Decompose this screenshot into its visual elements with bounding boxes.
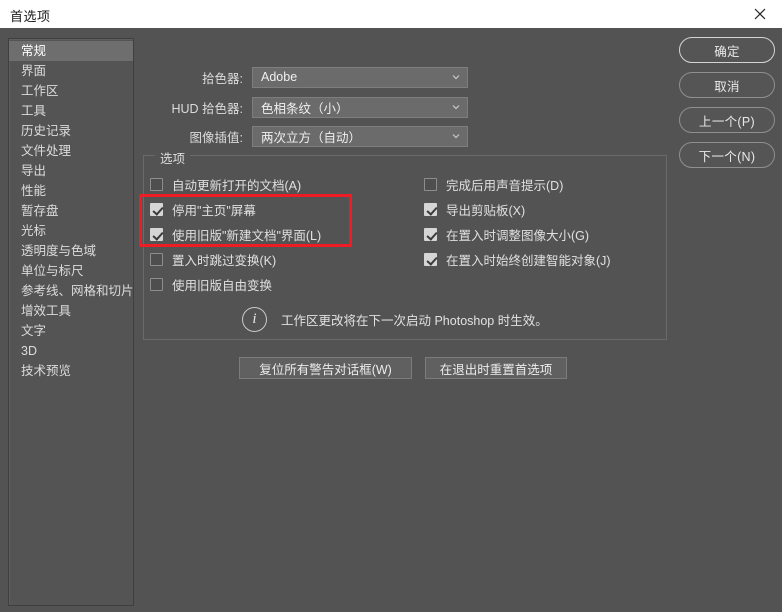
preferences-dialog-body: 常规界面工作区工具历史记录文件处理导出性能暂存盘光标透明度与色域 单位与标尺参考线…	[0, 28, 782, 612]
checkbox-checked-icon[interactable]	[150, 228, 163, 241]
reset-preferences-on-quit-button[interactable]: 在退出时重置首选项	[425, 357, 567, 379]
chevron-down-icon	[452, 73, 460, 81]
selector-row: 拾色器: Adobe	[145, 66, 468, 88]
options-right-column: 完成后用声音提示(D) 导出剪贴板(X) 在置入时调整图像大小(G) 在置入时始终创建…	[424, 172, 611, 272]
sidebar-item-label: 工具	[21, 104, 47, 118]
workspace-restart-note-text: 工作区更改将在下一次启动 Photoshop 时生效。	[281, 314, 548, 328]
checkbox-checked-icon[interactable]	[424, 228, 437, 241]
selector-label: 拾色器:	[202, 71, 243, 86]
sidebar-item[interactable]: 界面	[9, 61, 133, 81]
workspace-restart-note: i 工作区更改将在下一次启动 Photoshop 时生效。	[242, 307, 548, 332]
options-group-legend: 选项	[155, 148, 191, 167]
checkbox-unchecked-icon[interactable]	[150, 253, 163, 266]
sidebar-item[interactable]: 参考线、网格和切片	[9, 281, 133, 301]
sidebar-item[interactable]: 性能	[9, 181, 133, 201]
option-checkbox-row[interactable]: 导出剪贴板(X)	[424, 197, 611, 222]
selector-row: HUD 拾色器: 色相条纹（小）	[145, 96, 468, 118]
sidebar-item-label: 界面	[21, 64, 47, 78]
checkbox-unchecked-icon[interactable]	[150, 178, 163, 191]
sidebar-item-label: 单位与标尺	[21, 264, 84, 278]
options-left-column: 自动更新打开的文档(A) 停用"主页"屏幕使用旧版"新建文档"界面(L) 置入时跳过…	[150, 172, 321, 297]
sidebar-item-label: 光标	[21, 224, 47, 238]
sidebar-item-label: 文字	[21, 324, 47, 338]
sidebar-item-label: 导出	[21, 164, 47, 178]
option-label: 置入时跳过变换(K)	[172, 254, 277, 268]
option-label: 停用"主页"屏幕	[172, 204, 256, 218]
checkbox-checked-icon[interactable]	[424, 253, 437, 266]
window-title: 首选项	[10, 9, 51, 24]
dialog-action-buttons: 确定取消上一个(P) 下一个(N)	[679, 37, 775, 177]
chevron-down-icon	[452, 132, 460, 140]
option-checkbox-row[interactable]: 使用旧版"新建文档"界面(L)	[150, 222, 321, 247]
selector-label: HUD 拾色器:	[171, 101, 243, 116]
option-checkbox-row[interactable]: 在置入时调整图像大小(G)	[424, 222, 611, 247]
selector-label: 图像插值:	[189, 130, 243, 145]
checkbox-unchecked-icon[interactable]	[150, 278, 163, 291]
selector-row: 图像插值: 两次立方（自动）	[145, 125, 468, 147]
option-label: 在置入时调整图像大小(G)	[446, 229, 590, 243]
dialog-button[interactable]: 取消	[679, 72, 775, 98]
option-label: 使用旧版"新建文档"界面(L)	[172, 229, 322, 243]
sidebar-item-label: 性能	[21, 184, 47, 198]
sidebar-item[interactable]: 导出	[9, 161, 133, 181]
option-checkbox-row[interactable]: 完成后用声音提示(D)	[424, 172, 611, 197]
sidebar-item-label: 常规	[21, 44, 47, 58]
sidebar-item[interactable]: 技术预览	[9, 361, 133, 381]
option-checkbox-row[interactable]: 置入时跳过变换(K)	[150, 247, 321, 272]
sidebar-item-label: 暂存盘	[21, 204, 59, 218]
close-icon[interactable]	[738, 0, 782, 28]
sidebar-item-label: 历史记录	[21, 124, 72, 138]
sidebar-item-label: 参考线、网格和切片	[21, 284, 134, 298]
sidebar-item[interactable]: 增效工具	[9, 301, 133, 321]
option-label: 完成后用声音提示(D)	[446, 179, 564, 193]
reset-all-warning-dialogs-button[interactable]: 复位所有警告对话框(W)	[239, 357, 412, 379]
sidebar-item[interactable]: 历史记录	[9, 121, 133, 141]
dropdown-value: 两次立方（自动）	[261, 130, 362, 145]
sidebar-item-label: 工作区	[21, 84, 59, 98]
sidebar-item[interactable]: 3D	[9, 341, 133, 361]
option-checkbox-row[interactable]: 使用旧版自由变换	[150, 272, 321, 297]
checkbox-unchecked-icon[interactable]	[424, 178, 437, 191]
sidebar-item-label: 文件处理	[21, 144, 72, 158]
option-label: 自动更新打开的文档(A)	[172, 179, 302, 193]
option-checkbox-row[interactable]: 停用"主页"屏幕	[150, 197, 321, 222]
info-icon: i	[242, 307, 267, 332]
sidebar-item[interactable]: 文字	[9, 321, 133, 341]
sidebar-item[interactable]: 工具	[9, 101, 133, 121]
sidebar-item[interactable]: 透明度与色域	[9, 241, 133, 261]
sidebar-item[interactable]: 暂存盘	[9, 201, 133, 221]
option-checkbox-row[interactable]: 在置入时始终创建智能对象(J)	[424, 247, 611, 272]
dropdown-value: 色相条纹（小）	[261, 101, 349, 116]
dropdown-value: Adobe	[261, 70, 298, 84]
preferences-category-list[interactable]: 常规界面工作区工具历史记录文件处理导出性能暂存盘光标透明度与色域 单位与标尺参考线…	[8, 38, 134, 606]
dropdown-select[interactable]: 两次立方（自动）	[252, 125, 468, 147]
dialog-button[interactable]: 下一个(N)	[679, 142, 775, 168]
dropdown-select[interactable]: 色相条纹（小）	[252, 96, 468, 118]
dialog-button-label: 确定	[714, 44, 740, 59]
option-label: 在置入时始终创建智能对象(J)	[446, 254, 611, 268]
dialog-button[interactable]: 确定	[679, 37, 775, 63]
option-checkbox-row[interactable]: 自动更新打开的文档(A)	[150, 172, 321, 197]
checkbox-checked-icon[interactable]	[150, 203, 163, 216]
sidebar-item[interactable]: 工作区	[9, 81, 133, 101]
dialog-button[interactable]: 上一个(P)	[679, 107, 775, 133]
sidebar-item-label: 技术预览	[21, 364, 72, 378]
dialog-button-label: 上一个(P)	[699, 114, 755, 129]
sidebar-item-label: 3D	[21, 344, 37, 358]
dropdown-select[interactable]: Adobe	[252, 66, 468, 88]
option-label: 导出剪贴板(X)	[446, 204, 526, 218]
dialog-button-label: 下一个(N)	[698, 149, 756, 164]
checkbox-checked-icon[interactable]	[424, 203, 437, 216]
sidebar-item[interactable]: 文件处理	[9, 141, 133, 161]
chevron-down-icon	[452, 103, 460, 111]
sidebar-item[interactable]: 单位与标尺	[9, 261, 133, 281]
sidebar-item[interactable]: 常规	[9, 41, 133, 61]
sidebar-item[interactable]: 光标	[9, 221, 133, 241]
sidebar-item-label: 透明度与色域	[21, 244, 97, 258]
sidebar-item-label: 增效工具	[21, 304, 72, 318]
dialog-button-label: 取消	[714, 79, 740, 94]
option-label: 使用旧版自由变换	[172, 279, 273, 293]
title-bar: 首选项	[0, 0, 782, 29]
